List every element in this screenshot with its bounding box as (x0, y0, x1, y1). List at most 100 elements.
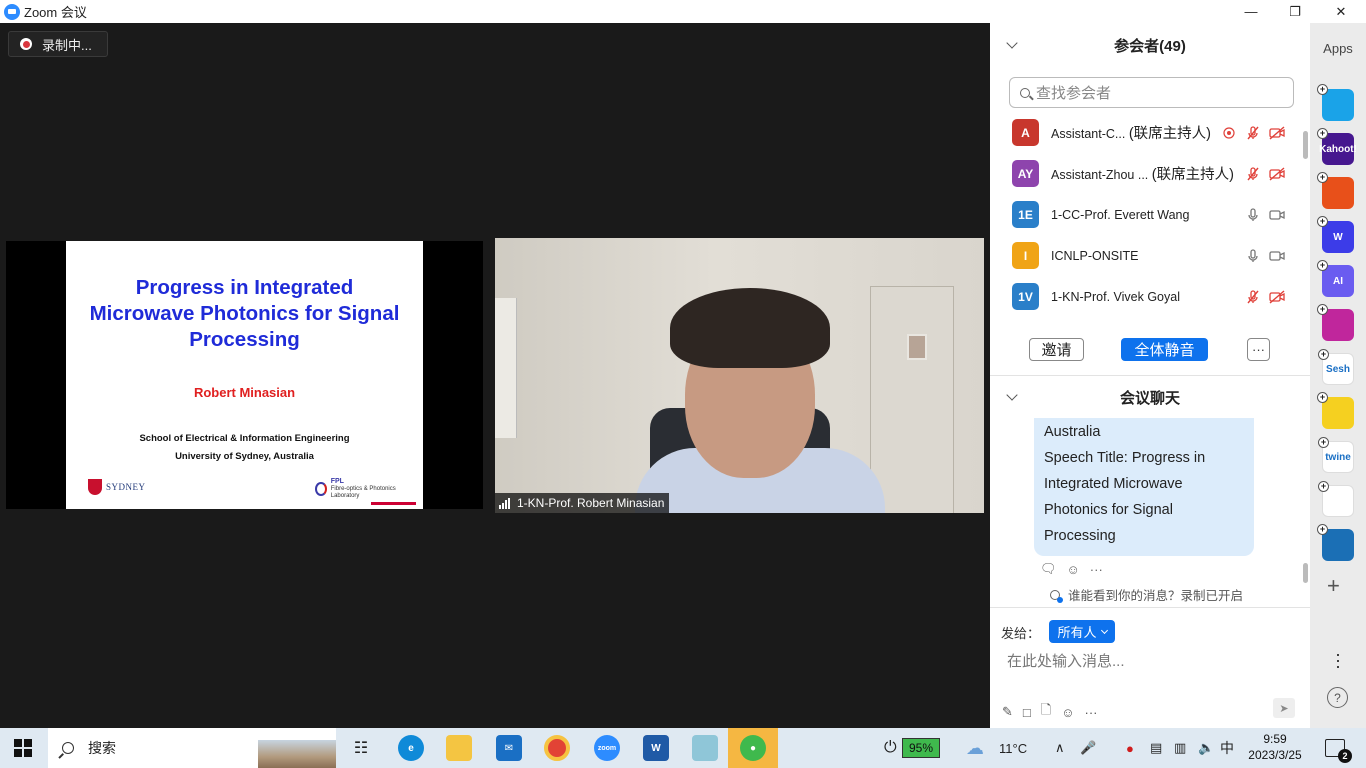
app-6-app-icon[interactable]: + (1317, 304, 1354, 341)
wooclap-app-icon[interactable]: W + (1317, 216, 1354, 253)
wifi-icon[interactable]: ▥ (1174, 728, 1186, 768)
system-clock[interactable]: 9:59 2023/3/25 (1240, 731, 1310, 763)
participant-scrollbar[interactable] (1303, 131, 1308, 159)
microphone-icon[interactable]: 🎤 (1080, 728, 1096, 768)
visibility-note[interactable]: 谁能看到你的消息？录制已开启 (1050, 585, 1243, 604)
add-icon[interactable]: + (1317, 172, 1328, 183)
more-options-button[interactable]: ··· (1247, 338, 1270, 361)
wechat-icon[interactable]: ● (740, 735, 766, 761)
help-icon[interactable]: ? (1327, 687, 1348, 708)
message-actions: 🗨 ☺ ··· (1040, 561, 1113, 577)
invite-button[interactable]: 邀请 (1029, 338, 1084, 361)
recipient-dropdown[interactable]: 所有人 (1049, 620, 1115, 643)
more-vertical-icon[interactable]: · · · (1332, 645, 1344, 675)
close-button[interactable]: ✕ (1318, 0, 1364, 23)
chrome-icon[interactable] (544, 735, 570, 761)
app-8-app-icon[interactable]: + (1317, 392, 1354, 429)
microphone-muted-icon[interactable] (1244, 288, 1262, 306)
minimize-button[interactable]: — (1228, 0, 1274, 23)
emoji-icon[interactable]: ☺ (1061, 705, 1074, 720)
zoom-app-icon[interactable]: zoom (594, 735, 620, 761)
windows-start-icon[interactable] (14, 739, 32, 757)
microphone-muted-icon[interactable] (1244, 165, 1262, 183)
add-icon[interactable]: + (1317, 524, 1328, 535)
participant-search-input[interactable]: 查找参会者 (1009, 77, 1294, 108)
chat-scrollbar[interactable] (1303, 563, 1308, 583)
app-3-app-icon[interactable]: + (1317, 172, 1354, 209)
power-plug-icon[interactable]: ⏻ (884, 728, 897, 768)
microphone-icon[interactable] (1244, 206, 1262, 224)
add-icon[interactable]: + (1317, 392, 1328, 403)
app-11-app-icon[interactable]: + (1317, 524, 1354, 561)
chat-message-input[interactable]: 在此处输入消息... (1007, 650, 1125, 671)
add-app-icon[interactable]: + (1327, 573, 1340, 599)
record-icon (20, 38, 32, 50)
mail-icon[interactable]: ✉ (496, 735, 522, 761)
reply-icon[interactable]: 🗨 (1040, 561, 1057, 577)
add-icon[interactable]: + (1317, 216, 1328, 227)
show-hidden-icons-icon[interactable]: ∧ (1055, 728, 1065, 768)
add-icon[interactable]: + (1318, 481, 1329, 492)
app-label: W (1333, 231, 1343, 243)
apps-label[interactable]: Apps (1310, 41, 1366, 56)
add-icon[interactable]: + (1318, 349, 1329, 360)
fpl-title: FPL (330, 478, 344, 485)
speaker-video-tile[interactable]: 1-KN-Prof. Robert Minasian (495, 238, 984, 513)
shared-screen-tile[interactable]: Progress in Integrated Microwave Photoni… (6, 241, 483, 509)
video-camera-icon[interactable] (1268, 247, 1286, 265)
more-icon[interactable]: ··· (1090, 562, 1103, 577)
app-1-app-icon[interactable]: + (1317, 84, 1354, 121)
video-off-icon[interactable] (1268, 288, 1286, 306)
visibility-note-text: 谁能看到你的消息？录制已开启 (1068, 589, 1244, 603)
participant-row[interactable]: 1V 1-KN-Prof. Vivek Goyal (990, 276, 1300, 317)
format-icon[interactable]: ✎ (1002, 704, 1013, 720)
avatar: A (1012, 119, 1039, 146)
edge-browser-icon[interactable]: e (398, 735, 424, 761)
more-icon[interactable]: ··· (1085, 705, 1098, 720)
add-icon[interactable]: + (1317, 128, 1328, 139)
ai-app-app-icon[interactable]: AI + (1317, 260, 1354, 297)
video-off-icon[interactable] (1268, 165, 1286, 183)
add-icon[interactable]: + (1317, 84, 1328, 95)
mute-all-button[interactable]: 全体静音 (1121, 338, 1208, 361)
emoji-reaction-icon[interactable]: ☺ (1067, 562, 1080, 577)
app-label: twine (1325, 451, 1351, 463)
task-view-icon[interactable]: ☷ (348, 735, 374, 761)
collapse-chat-icon[interactable] (1006, 389, 1018, 401)
fpl-logo: FPL Fibre-optics & Photonics Laboratory (315, 478, 423, 500)
app-10-app-icon[interactable]: + (1318, 481, 1354, 517)
file-explorer-icon[interactable] (446, 735, 472, 761)
volume-icon[interactable]: 🔈 (1198, 728, 1214, 768)
weather-cloud-icon[interactable]: ☁ (966, 728, 984, 768)
slide-university: University of Sydney, Australia (175, 451, 314, 462)
twine-app-icon[interactable]: twine + (1318, 437, 1354, 473)
video-off-icon[interactable] (1268, 124, 1286, 142)
battery-indicator[interactable]: 95% (902, 738, 940, 758)
microphone-muted-icon[interactable] (1244, 124, 1262, 142)
send-to-label: 发给： (1001, 626, 1041, 641)
weather-temperature[interactable]: 11°C (999, 728, 1027, 768)
video-camera-icon[interactable] (1268, 206, 1286, 224)
add-icon[interactable]: + (1317, 304, 1328, 315)
add-icon[interactable]: + (1318, 437, 1329, 448)
input-method[interactable]: 中 (1220, 728, 1234, 768)
screenshot-icon[interactable]: □ (1023, 705, 1031, 720)
participant-row[interactable]: 1E 1-CC-Prof. Everett Wang (990, 194, 1300, 235)
participant-row[interactable]: I ICNLP-ONSITE (990, 235, 1300, 276)
kahoot-app-icon[interactable]: Kahoot! + (1317, 128, 1357, 165)
recording-indicator[interactable]: 录制中... (8, 31, 108, 57)
participant-row[interactable]: AY Assistant-Zhou ... (联席主持人) (990, 153, 1300, 194)
microphone-icon[interactable] (1244, 247, 1262, 265)
notes-app-icon[interactable] (692, 735, 718, 761)
restore-button[interactable]: ❐ (1272, 0, 1318, 23)
qq-icon[interactable]: ● (1126, 728, 1134, 768)
send-button[interactable]: ➤ (1273, 698, 1295, 718)
participant-row[interactable]: A Assistant-C... (联席主持人) (990, 112, 1300, 153)
notification-center-icon[interactable]: 2 (1325, 739, 1352, 763)
network-icon[interactable]: ▤ (1150, 728, 1162, 768)
file-icon[interactable]: 🗋 (1041, 701, 1051, 723)
word-icon[interactable]: W (643, 735, 669, 761)
add-icon[interactable]: + (1317, 260, 1328, 271)
sesh-app-icon[interactable]: Sesh + (1318, 349, 1354, 385)
collapse-participants-icon[interactable] (1006, 37, 1018, 49)
